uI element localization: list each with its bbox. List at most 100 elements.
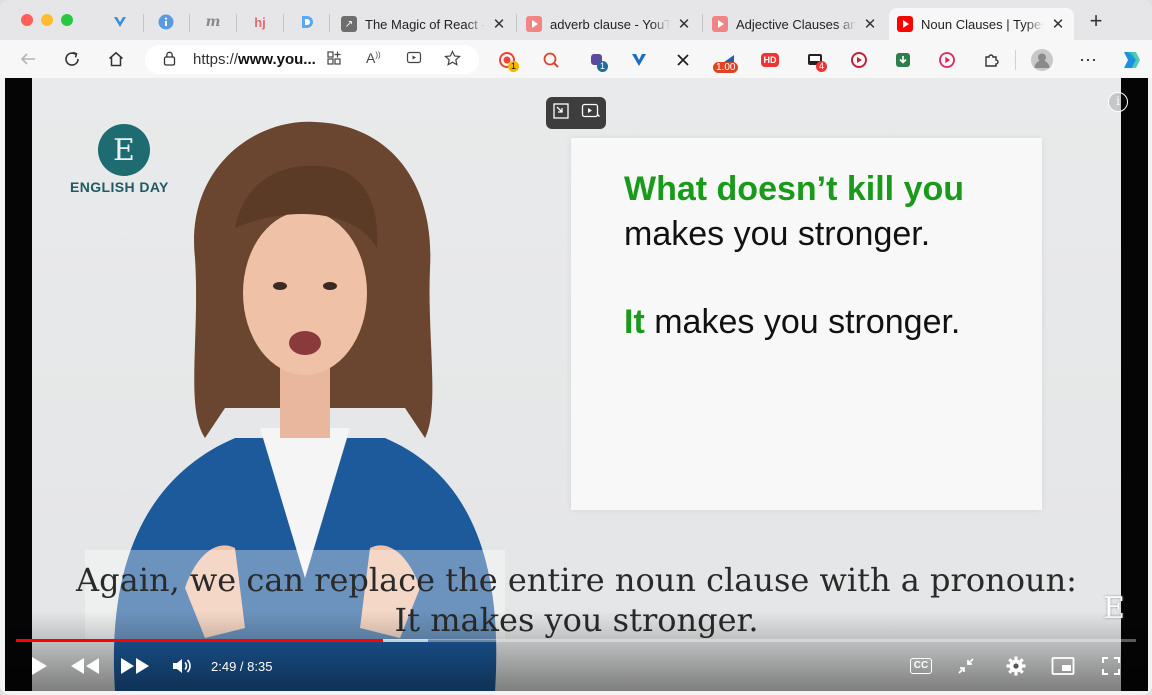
close-icon[interactable]: ✕ — [491, 15, 507, 33]
avatar-icon — [1034, 53, 1050, 68]
ellipsis-icon: ⋯ — [1079, 49, 1097, 70]
apps-icon[interactable] — [326, 50, 342, 70]
close-icon[interactable]: ✕ — [862, 15, 878, 33]
video-overlay-controls — [546, 97, 606, 129]
search-zoom-icon[interactable] — [541, 50, 561, 70]
pinned-tab-info[interactable] — [156, 12, 176, 32]
caption-line-1: Again, we can replace the entire noun cl… — [76, 561, 1077, 599]
fullscreen-icon — [1102, 657, 1120, 675]
miniplayer-icon — [1051, 657, 1075, 675]
play-button[interactable] — [27, 654, 51, 678]
play-icon — [32, 657, 47, 675]
home-button[interactable] — [106, 49, 126, 69]
lock-icon[interactable] — [163, 51, 176, 69]
read-aloud-icon[interactable]: A)) — [366, 50, 381, 66]
slide-line-1: What doesn’t kill you — [624, 170, 965, 208]
youtube-icon — [526, 16, 542, 32]
media-icon[interactable] — [406, 50, 422, 70]
pinned-tab-hj[interactable]: hj — [250, 12, 270, 32]
address-bar[interactable]: https://www.you... A)) — [145, 45, 479, 74]
slide-line-2: makes you stronger. — [624, 215, 931, 253]
back-button[interactable] — [18, 49, 38, 69]
youtube-icon — [897, 16, 913, 32]
volume-button[interactable] — [169, 654, 195, 678]
slide-line-3-rest: makes you stronger. — [644, 303, 961, 341]
rewind-button[interactable] — [69, 654, 101, 678]
picture-in-picture-icon[interactable] — [581, 102, 601, 125]
tab-adverb-clause[interactable]: adverb clause - YouT ✕ — [518, 8, 700, 40]
close-window-button[interactable] — [21, 14, 33, 26]
favorite-star-icon[interactable] — [444, 50, 461, 71]
tab-separator — [702, 14, 703, 32]
tab-separator — [329, 14, 330, 32]
extension-badge: 1 — [508, 61, 520, 72]
slide-line-3: It makes you stronger. — [624, 303, 960, 342]
extension-badge: 4 — [816, 61, 828, 72]
progress-bar[interactable] — [16, 639, 1136, 642]
tab-separator — [283, 14, 284, 32]
hd-icon[interactable]: HD — [761, 53, 779, 67]
more-menu-button[interactable]: ⋯ — [1078, 50, 1098, 70]
youtube-icon — [712, 16, 728, 32]
controls-gradient — [5, 611, 1148, 691]
extensions-puzzle-icon[interactable] — [981, 50, 1001, 70]
pinned-tab-m[interactable]: m — [203, 12, 223, 32]
profile-avatar[interactable] — [1031, 49, 1053, 71]
back-arrow-icon — [20, 53, 35, 65]
slide-pronoun: It — [624, 303, 645, 341]
maximize-window-button[interactable] — [61, 14, 73, 26]
letterbox-left — [5, 78, 32, 691]
tab-separator — [516, 14, 517, 32]
settings-button[interactable] — [1004, 654, 1028, 678]
fullscreen-button[interactable] — [1099, 654, 1123, 678]
play-circle-icon[interactable] — [937, 50, 957, 70]
video-player[interactable]: E ENGLISH DAY What doesn’t kill you make… — [5, 78, 1148, 691]
record-icon[interactable]: 1 — [497, 50, 520, 72]
browser-window: m hj ↗ The Magic of React - ✕ adverb cla… — [0, 0, 1152, 695]
m-icon: m — [205, 14, 221, 30]
extension-badge: 1.00 — [713, 62, 739, 73]
tab-strip: m hj ↗ The Magic of React - ✕ adverb cla… — [0, 0, 1152, 44]
exit-fullscreen-button[interactable] — [955, 654, 977, 678]
fast-forward-icon — [121, 658, 149, 674]
new-tab-button[interactable]: + — [1085, 10, 1107, 33]
gear-icon — [1006, 656, 1026, 676]
info-button[interactable]: i — [1108, 92, 1128, 112]
url-scheme: https:// — [193, 51, 239, 68]
cc-icon: CC — [909, 658, 933, 674]
camera-icon[interactable] — [849, 50, 869, 70]
tab-title: Adjective Clauses an — [736, 16, 856, 32]
exit-fullscreen-icon[interactable] — [552, 102, 570, 125]
speed-icon[interactable]: 1.00 — [713, 50, 739, 73]
url-host: www.you... — [238, 51, 316, 68]
copilot-icon[interactable] — [1118, 48, 1142, 72]
tab-adjective-clauses[interactable]: Adjective Clauses an ✕ — [704, 8, 886, 40]
minimize-window-button[interactable] — [41, 14, 53, 26]
tab-title: adverb clause - YouT — [550, 16, 670, 32]
close-icon[interactable]: ✕ — [1050, 15, 1066, 33]
close-icon[interactable]: ✕ — [676, 15, 692, 33]
download-icon[interactable] — [893, 50, 913, 70]
arrows-icon[interactable] — [673, 50, 693, 70]
tab-title: The Magic of React - — [365, 16, 485, 32]
hj-icon: hj — [254, 14, 266, 30]
screen-icon[interactable]: 4 — [805, 50, 828, 72]
puzzle-badge-icon[interactable]: 1 — [587, 50, 609, 72]
lesson-slide: What doesn’t kill you makes you stronger… — [571, 138, 1042, 510]
tab-noun-clauses[interactable]: Noun Clauses | Types ✕ — [889, 8, 1074, 40]
rewind-icon — [71, 658, 99, 674]
url-text[interactable]: https://www.you... — [193, 51, 316, 68]
tab-title: Noun Clauses | Types — [921, 16, 1044, 32]
captions-button[interactable]: CC — [907, 654, 935, 678]
tab-separator — [189, 14, 190, 32]
pinned-tab-vivaldi[interactable] — [110, 12, 130, 32]
tab-separator — [143, 14, 144, 32]
miniplayer-button[interactable] — [1050, 654, 1076, 678]
tab-magic-of-react[interactable]: ↗ The Magic of React - ✕ — [333, 8, 515, 40]
reload-button[interactable] — [62, 49, 82, 69]
forward-button[interactable] — [119, 654, 151, 678]
toolbar-separator — [1015, 50, 1016, 70]
home-icon — [109, 51, 123, 67]
vpn-icon[interactable] — [629, 50, 649, 70]
pinned-tab-d[interactable] — [297, 12, 317, 32]
